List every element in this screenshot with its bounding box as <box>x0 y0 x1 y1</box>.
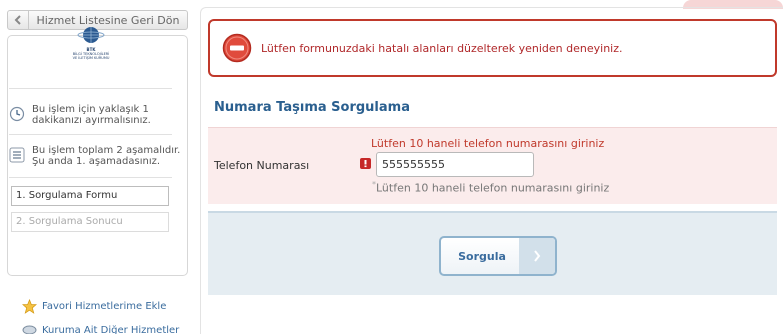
exclamation-icon <box>360 158 371 169</box>
link-icon <box>22 325 37 334</box>
sidebar-divider <box>9 134 172 135</box>
other-services-label: Kuruma Ait Diğer Hizmetler <box>42 324 180 334</box>
chevron-right-icon <box>519 238 555 274</box>
duration-info: Bu işlem için yaklaşık 1 dakikanızı ayır… <box>9 104 182 126</box>
phone-number-label: Telefon Numarası <box>214 159 310 172</box>
field-hint: *Lütfen 10 haneli telefon numarasını gir… <box>372 180 609 195</box>
globe-logo-icon <box>77 27 105 43</box>
error-summary: Lütfen formunuzdaki hatalı alanları düze… <box>208 19 777 77</box>
page-title: Numara Taşıma Sorgulama <box>214 100 410 115</box>
add-to-favorites-link[interactable]: Favori Hizmetlerime Ekle <box>22 299 166 314</box>
other-services-link[interactable]: Kuruma Ait Diğer Hizmetler <box>22 324 179 334</box>
step-1-current: 1. Sorgulama Formu <box>11 186 169 206</box>
sidebar-divider <box>9 88 172 89</box>
sidebar-divider <box>9 177 172 178</box>
clock-icon <box>9 106 25 122</box>
phone-number-input[interactable] <box>376 152 534 177</box>
steps-text: Bu işlem toplam 2 aşamalıdır. Şu anda 1.… <box>32 145 181 167</box>
field-error-message: Lütfen 10 haneli telefon numarasını giri… <box>371 137 605 150</box>
submit-label: Sorgula <box>458 249 506 263</box>
chevron-left-icon <box>8 11 29 29</box>
star-icon <box>22 299 37 314</box>
minus-circle-icon <box>222 33 252 63</box>
error-message: Lütfen formunuzdaki hatalı alanları düze… <box>261 42 623 55</box>
back-button-label: Hizmet Listesine Geri Dön <box>36 13 180 27</box>
logo-name-line2: VE İLETİŞİM KURUMU <box>72 56 110 60</box>
query-submit-button[interactable]: Sorgula <box>439 236 557 276</box>
hint-text: Lütfen 10 haneli telefon numarasını giri… <box>376 181 610 195</box>
list-icon <box>9 147 25 163</box>
btk-logo: BTK BİLGİ TEKNOLOJİLERİ VE İLETİŞİM KURU… <box>58 26 124 66</box>
duration-text: Bu işlem için yaklaşık 1 dakikanızı ayır… <box>32 104 151 126</box>
step-2-pending: 2. Sorgulama Sonucu <box>11 212 169 232</box>
favorite-label: Favori Hizmetlerime Ekle <box>42 301 167 312</box>
steps-info: Bu işlem toplam 2 aşamalıdır. Şu anda 1.… <box>9 145 182 167</box>
